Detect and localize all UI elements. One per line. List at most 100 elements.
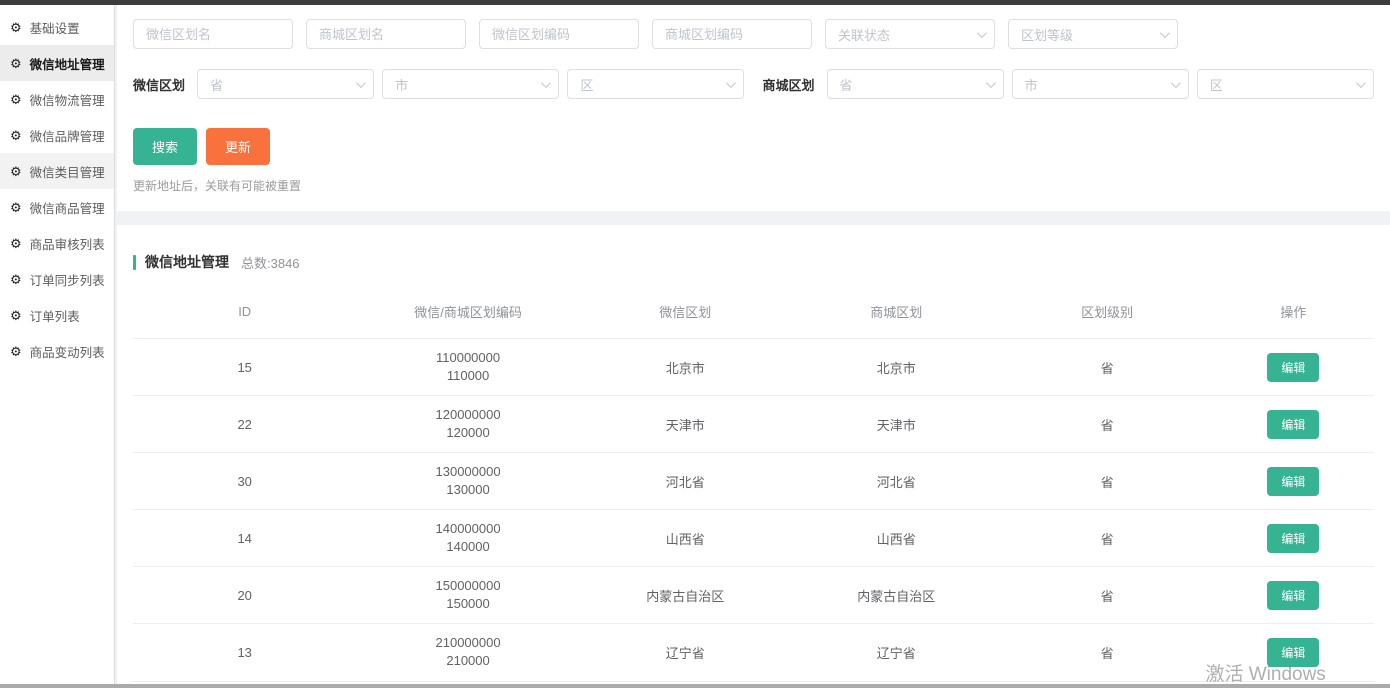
cell-wechat-region: 北京市 [580,339,791,396]
sidebar-item[interactable]: ⚙微信类目管理 [0,153,114,189]
filter-panel: 关联状态 区划等级 微信区划 省 市 区 [117,5,1390,211]
sidebar-item[interactable]: ⚙ 基础设置 [0,9,114,45]
cell-level: 省 [1002,624,1213,681]
table-row: 20150000000150000内蒙古自治区内蒙古自治区省编辑 [133,567,1374,624]
cell-id: 22 [133,396,356,453]
cell-actions: 编辑 [1213,624,1374,681]
chevron-down-icon [1356,78,1366,88]
window-bottom-edge [0,684,1390,688]
table-panel: 微信地址管理 总数:3846 ID 微信/商城区划编码 微信区划 商城区划 区划… [117,225,1390,688]
section-header: 微信地址管理 总数:3846 [133,252,1374,272]
col-level: 区划级别 [1002,287,1213,339]
wechat-city-select[interactable]: 市 [382,69,559,99]
app-layout: ⚙ 基础设置 ⚙微信地址管理 ⚙ 微信物流管理 ⚙ 微信品牌管理 ⚙微信类目管理⚙微信商品管理… [0,0,1390,688]
table-head: ID 微信/商城区划编码 微信区划 商城区划 区划级别 操作 [133,287,1374,339]
sidebar-item-label: 订单同步列表 [30,270,105,289]
mall-city-placeholder: 市 [1025,75,1038,94]
edit-button[interactable]: 编辑 [1267,353,1319,382]
cell-mall-region: 北京市 [791,339,1002,396]
wechat-code: 130000000 [356,463,579,481]
region-level-select[interactable]: 区划等级 [1008,19,1178,49]
edit-button[interactable]: 编辑 [1267,410,1319,439]
sidebar: ⚙ 基础设置 ⚙微信地址管理 ⚙ 微信物流管理 ⚙ 微信品牌管理 ⚙微信类目管理⚙微信商品管理… [0,5,115,688]
wechat-code: 140000000 [356,520,579,538]
edit-button[interactable]: 编辑 [1267,581,1319,610]
sidebar-item-label: 微信品牌管理 [30,126,105,145]
sidebar-item[interactable]: ⚙商品审核列表 [0,225,114,261]
mall-code: 210000 [356,652,579,670]
mall-city-select[interactable]: 市 [1012,69,1189,99]
sidebar-item-label: 商品审核列表 [30,234,105,253]
wechat-region-label: 微信区划 [133,75,185,94]
cell-wechat-region: 河北省 [580,453,791,510]
col-actions: 操作 [1213,287,1374,339]
cell-level: 省 [1002,567,1213,624]
sidebar-item-label: 基础设置 [30,18,80,37]
cell-wechat-region: 山西省 [580,510,791,567]
region-level-placeholder: 区划等级 [1021,25,1073,44]
wechat-province-placeholder: 省 [210,75,223,94]
sidebar-item-label: 商品变动列表 [30,342,105,361]
cell-actions: 编辑 [1213,339,1374,396]
table-row: 15110000000110000北京市北京市省编辑 [133,339,1374,396]
mall-region-name-input[interactable] [306,19,466,49]
sidebar-item[interactable]: ⚙ 微信品牌管理 [0,117,114,153]
sidebar-item[interactable]: ⚙微信商品管理 [0,189,114,225]
sidebar-item[interactable]: ⚙ 微信物流管理 [0,81,114,117]
wechat-code: 120000000 [356,406,579,424]
edit-button[interactable]: 编辑 [1267,638,1319,667]
mall-code: 110000 [356,367,579,385]
table-row: 13210000000210000辽宁省辽宁省省编辑 [133,624,1374,681]
chevron-down-icon [977,28,987,38]
main-content: 关联状态 区划等级 微信区划 省 市 区 [115,5,1390,688]
mall-district-select[interactable]: 区 [1197,69,1374,99]
sidebar-item[interactable]: ⚙微信地址管理 [0,45,114,81]
mall-province-select[interactable]: 省 [827,69,1004,99]
sidebar-item[interactable]: ⚙订单列表 [0,297,114,333]
update-button[interactable]: 更新 [206,128,270,165]
wechat-region-name-input[interactable] [133,19,293,49]
wechat-province-select[interactable]: 省 [197,69,374,99]
chevron-down-icon [986,78,996,88]
filter-row-2: 微信区划 省 市 区 商城区划 省 [133,69,1374,99]
cell-id: 14 [133,510,356,567]
table-row: 22120000000120000天津市天津市省编辑 [133,396,1374,453]
cell-id: 13 [133,624,356,681]
cell-codes: 150000000150000 [356,567,579,624]
sidebar-item-label: 微信物流管理 [30,90,105,109]
accent-bar [133,255,136,270]
cell-level: 省 [1002,453,1213,510]
sidebar-item[interactable]: ⚙ 商品变动列表 [0,333,114,369]
wechat-district-select[interactable]: 区 [567,69,744,99]
chevron-down-icon [726,78,736,88]
cell-level: 省 [1002,510,1213,567]
link-status-select[interactable]: 关联状态 [825,19,995,49]
cell-mall-region: 辽宁省 [791,624,1002,681]
gear-icon: ⚙ [10,345,22,358]
cell-mall-region: 内蒙古自治区 [791,567,1002,624]
gear-icon: ⚙ [10,21,22,34]
filter-row-1: 关联状态 区划等级 [133,19,1374,49]
mall-district-placeholder: 区 [1210,75,1223,94]
cell-codes: 130000000130000 [356,453,579,510]
edit-button[interactable]: 编辑 [1267,524,1319,553]
search-button[interactable]: 搜索 [133,128,197,165]
sidebar-item[interactable]: ⚙ 订单同步列表 [0,261,114,297]
mall-province-placeholder: 省 [840,75,853,94]
total-count: 总数:3846 [241,253,300,272]
wechat-region-code-input[interactable] [479,19,639,49]
mall-code: 150000 [356,595,579,613]
cell-id: 20 [133,567,356,624]
col-mall-region: 商城区划 [791,287,1002,339]
mall-region-code-input[interactable] [652,19,812,49]
col-codes: 微信/商城区划编码 [356,287,579,339]
filter-buttons: 搜索 更新 [133,128,1374,165]
cell-codes: 210000000210000 [356,624,579,681]
cell-codes: 110000000110000 [356,339,579,396]
edit-button[interactable]: 编辑 [1267,467,1319,496]
wechat-code: 150000000 [356,577,579,595]
chevron-down-icon [356,78,366,88]
gear-icon: ⚙ [10,93,22,106]
gear-icon: ⚙ [10,273,22,286]
gear-icon: ⚙ [10,129,22,142]
